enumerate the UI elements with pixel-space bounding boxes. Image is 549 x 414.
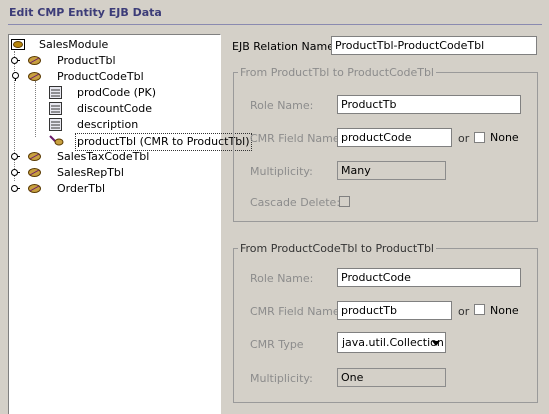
none-label: None: [490, 304, 519, 317]
tree-root[interactable]: SalesModule: [11, 37, 211, 53]
cmp-field-icon: [49, 118, 62, 131]
tree-item-label: SalesRepTbl: [57, 166, 124, 179]
multiplicity-field: One: [337, 368, 446, 387]
cmp-field-icon: [49, 86, 62, 99]
tree-item-salesreptbl[interactable]: SalesRepTbl: [11, 165, 211, 181]
expand-icon[interactable]: [11, 168, 20, 177]
role-name-label: Role Name:: [250, 272, 314, 285]
multiplicity-label: Multiplicity:: [250, 372, 313, 385]
module-icon: [11, 39, 25, 50]
role-name-field[interactable]: ProductCode: [337, 268, 521, 287]
none-checkbox[interactable]: [474, 304, 485, 315]
multiplicity-field: Many: [337, 161, 446, 180]
tree-item-field[interactable]: discountCode: [11, 101, 211, 117]
role-name-field[interactable]: ProductTb: [337, 95, 521, 114]
entity-bean-icon: [28, 152, 41, 161]
tree-item-label: discountCode: [77, 102, 152, 115]
cascade-delete-label: Cascade Delete:: [250, 196, 341, 209]
collapse-icon[interactable]: [11, 72, 20, 81]
cascade-delete-checkbox[interactable]: [339, 196, 350, 207]
expand-icon[interactable]: [11, 184, 20, 193]
or-label: or: [458, 305, 470, 318]
cmr-field-name-label: CMR Field Name:: [250, 132, 344, 145]
cmp-field-icon: [49, 102, 62, 115]
tree-item-label: description: [77, 118, 139, 131]
tree-item-label: ProductCodeTbl: [57, 70, 144, 83]
expand-icon[interactable]: [11, 152, 20, 161]
cmr-type-value: java.util.Collection: [342, 336, 444, 349]
tree-item-label: ProductTbl: [57, 54, 116, 67]
cmr-field-name-field[interactable]: productCode: [337, 128, 452, 147]
or-label: or: [458, 132, 470, 145]
cmr-type-dropdown[interactable]: java.util.Collection: [337, 332, 446, 353]
entity-bean-icon: [28, 184, 41, 193]
entity-bean-icon: [28, 72, 41, 81]
tree-item-productcodetbl[interactable]: ProductCodeTbl: [11, 69, 211, 85]
chevron-down-icon: [432, 341, 440, 346]
none-label: None: [490, 131, 519, 144]
relation-name-field[interactable]: ProductTbl-ProductCodeTbl: [331, 36, 537, 55]
tree-item-producttbl[interactable]: ProductTbl: [11, 53, 211, 69]
tree-item-ordertbl[interactable]: OrderTbl: [11, 181, 211, 197]
entity-bean-icon: [28, 168, 41, 177]
tree-item-field[interactable]: prodCode (PK): [11, 85, 211, 101]
none-checkbox[interactable]: [474, 132, 485, 143]
multiplicity-label: Multiplicity:: [250, 165, 313, 178]
cmr-type-label: CMR Type: [250, 338, 304, 351]
group-title-forward: From ProductTbl to ProductCodeTbl: [238, 66, 436, 79]
tree-item-field[interactable]: description: [11, 117, 211, 133]
cmr-field-name-label: CMR Field Name:: [250, 305, 344, 318]
tree-item-cmr-selected[interactable]: productTbl (CMR to ProductTbl): [11, 133, 252, 151]
expand-icon[interactable]: [11, 56, 20, 65]
group-title-reverse: From ProductCodeTbl to ProductTbl: [238, 242, 436, 255]
tree-item-label: SalesTaxCodeTbl: [57, 150, 150, 163]
relation-name-label: EJB Relation Name: [232, 40, 334, 53]
entity-bean-icon: [28, 56, 41, 65]
tree-item-salestaxcodetbl[interactable]: SalesTaxCodeTbl: [11, 149, 211, 165]
panel-title: Edit CMP Entity EJB Data: [9, 6, 162, 19]
title-divider: [8, 24, 542, 25]
cmr-field-name-field[interactable]: productTb: [337, 301, 452, 320]
tree-root-label: SalesModule: [39, 38, 109, 51]
tree-item-label: prodCode (PK): [77, 86, 157, 99]
tree-item-label: OrderTbl: [57, 182, 106, 195]
module-tree[interactable]: SalesModule ProductTbl ProductCodeTbl pr…: [8, 34, 252, 414]
role-name-label: Role Name:: [250, 99, 314, 112]
cmr-relation-icon: [49, 135, 64, 146]
